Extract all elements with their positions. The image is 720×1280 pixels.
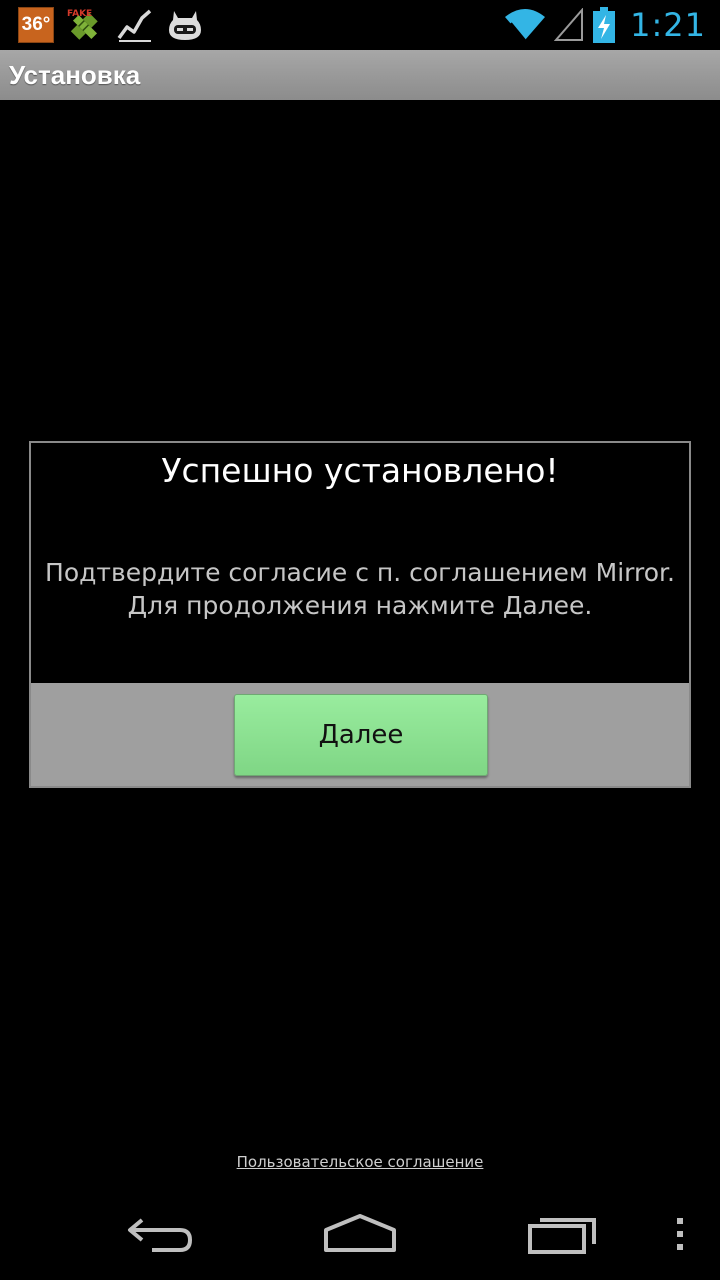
dialog-message-line-2: Для продолжения нажмите Далее.	[127, 591, 593, 620]
back-icon[interactable]	[124, 1208, 196, 1258]
dialog-message-line-1: Подтвердите согласие с п. соглашением Mi…	[45, 558, 675, 587]
recent-apps-icon[interactable]	[526, 1208, 598, 1258]
wifi-icon	[505, 9, 546, 41]
action-bar: Установка	[0, 50, 720, 100]
dialog-button-bar: Далее	[31, 683, 689, 786]
temperature-icon: 36°	[18, 7, 54, 43]
install-success-dialog: Успешно установлено! Подтвердите согласи…	[29, 441, 691, 788]
home-icon[interactable]	[322, 1208, 398, 1258]
next-button[interactable]: Далее	[234, 694, 488, 776]
status-bar: 36° FAKE 1:21	[0, 0, 720, 50]
notification-icons: 36° FAKE	[18, 6, 204, 44]
screen: 36° FAKE 1:21 Установка Успешно установл…	[0, 0, 720, 1280]
cyanogenmod-icon	[169, 11, 201, 40]
dialog-title: Успешно установлено!	[161, 451, 559, 490]
fake-gps-icon: FAKE	[67, 9, 98, 40]
dialog-message: Подтвердите согласие с п. соглашением Mi…	[31, 556, 689, 622]
system-icons: 1:21	[504, 4, 706, 46]
stats-icon	[117, 9, 152, 42]
app-title: Установка	[9, 60, 141, 90]
cell-signal-icon	[554, 8, 584, 41]
clock: 1:21	[630, 6, 706, 44]
battery-charging-icon	[593, 7, 616, 43]
temperature-value: 36°	[21, 14, 51, 35]
menu-icon[interactable]	[672, 1208, 688, 1258]
svg-text:FAKE: FAKE	[67, 9, 92, 19]
user-agreement-link[interactable]: Пользовательское соглашение	[0, 1153, 720, 1171]
dialog-body: Успешно установлено! Подтвердите согласи…	[31, 443, 689, 683]
navigation-bar	[0, 1190, 720, 1280]
